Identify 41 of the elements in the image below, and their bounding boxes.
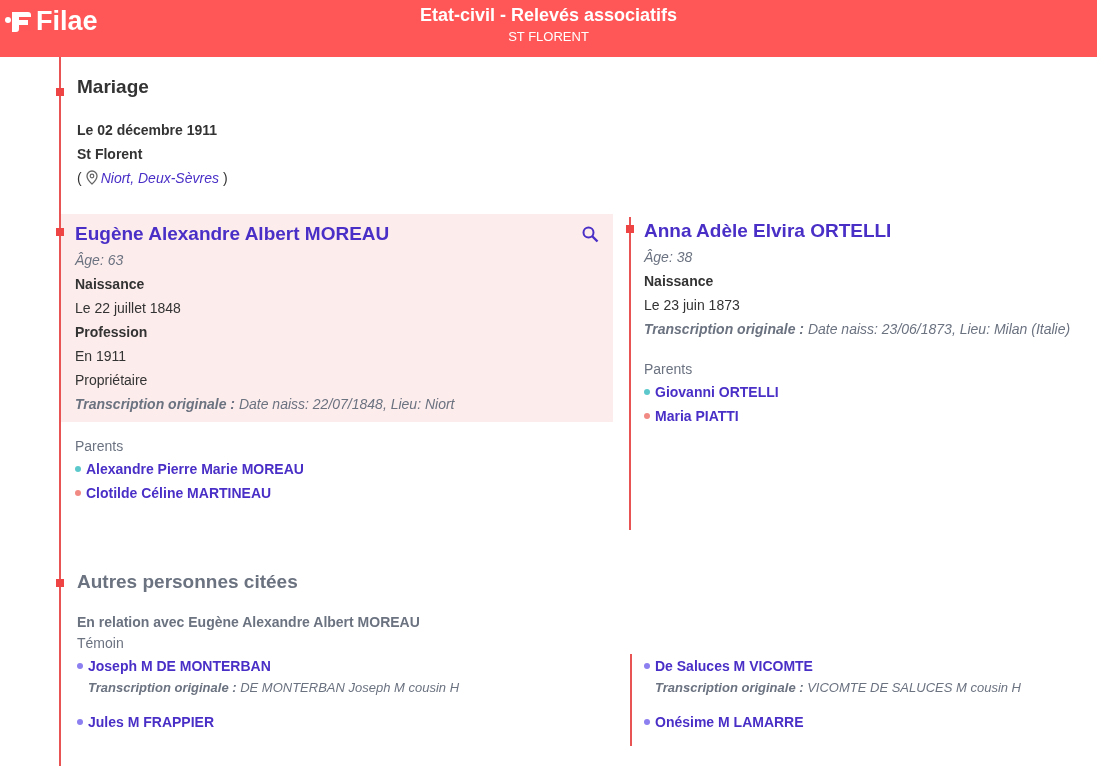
location-link[interactable]: Niort, Deux-Sèvres: [100, 165, 219, 190]
witness-name-link[interactable]: De Saluces M VICOMTE: [655, 654, 813, 678]
timeline-marker: [56, 227, 64, 236]
event-value: Le 22 juillet 1848: [75, 299, 182, 318]
transcription-text: Transcription originale : Date naiss: 22/07/1848, Lieu: Niort: [75, 395, 456, 414]
transcription-text: Transcription originale : DE MONTERBAN Joseph M cousin H: [87, 679, 461, 697]
section-heading: Autres personnes citées: [77, 569, 299, 594]
relation-text: En relation avec Eugène Alexandre Albert MOREAU: [77, 613, 421, 632]
event-value: En 1911: [75, 347, 128, 366]
page-subtitle: ST FLORENT: [508, 27, 589, 46]
event-value: Le 23 juin 1873: [644, 296, 741, 315]
parent-name-link[interactable]: Alexandre Pierre Marie MOREAU: [86, 457, 304, 481]
page-title: Etat-civil - Relevés associatifs: [419, 4, 678, 27]
witness-name-link[interactable]: Onésime M LAMARRE: [655, 709, 804, 734]
transcription-text: Transcription originale : VICOMTE DE SALUCES M cousin H: [654, 679, 1022, 697]
parent-name-link[interactable]: Clotilde Céline MARTINEAU: [86, 481, 272, 505]
event-value: Propriétaire: [75, 371, 149, 390]
marriage-date: Le 02 décembre 1911: [77, 120, 219, 140]
person-name-link[interactable]: Anna Adèle Elvira ORTELLI: [644, 216, 892, 245]
person-name-link[interactable]: Eugène Alexandre Albert MOREAU: [75, 219, 390, 248]
timeline-marker: [56, 88, 64, 96]
parent-name-link[interactable]: Giovanni ORTELLI: [655, 380, 779, 404]
event-label: Naissance: [75, 275, 146, 294]
timeline-marker: [56, 578, 64, 587]
parents-label: Parents: [644, 360, 694, 379]
timeline-marker: [626, 224, 634, 233]
event-label: Profession: [75, 323, 149, 342]
transcription-text: Transcription originale : Date naiss: 23/06/1873, Lieu: Milan (Italie): [644, 320, 1072, 339]
witness-name-link[interactable]: Joseph M DE MONTERBAN: [88, 654, 271, 678]
paren-text: ): [222, 168, 228, 188]
section-heading: Mariage: [77, 75, 150, 99]
location-pin-icon: [85, 170, 98, 185]
witness-name-link[interactable]: Jules M FRAPPIER: [88, 709, 215, 734]
marriage-place: St Florent: [77, 144, 144, 164]
paren-text: (: [77, 168, 82, 188]
event-label: Naissance: [644, 272, 715, 291]
age-text: Âge: 63: [75, 251, 125, 270]
parents-label: Parents: [75, 437, 125, 456]
role-label: Témoin: [77, 634, 125, 653]
parent-name-link[interactable]: Maria PIATTI: [655, 404, 739, 428]
age-text: Âge: 38: [644, 248, 694, 267]
